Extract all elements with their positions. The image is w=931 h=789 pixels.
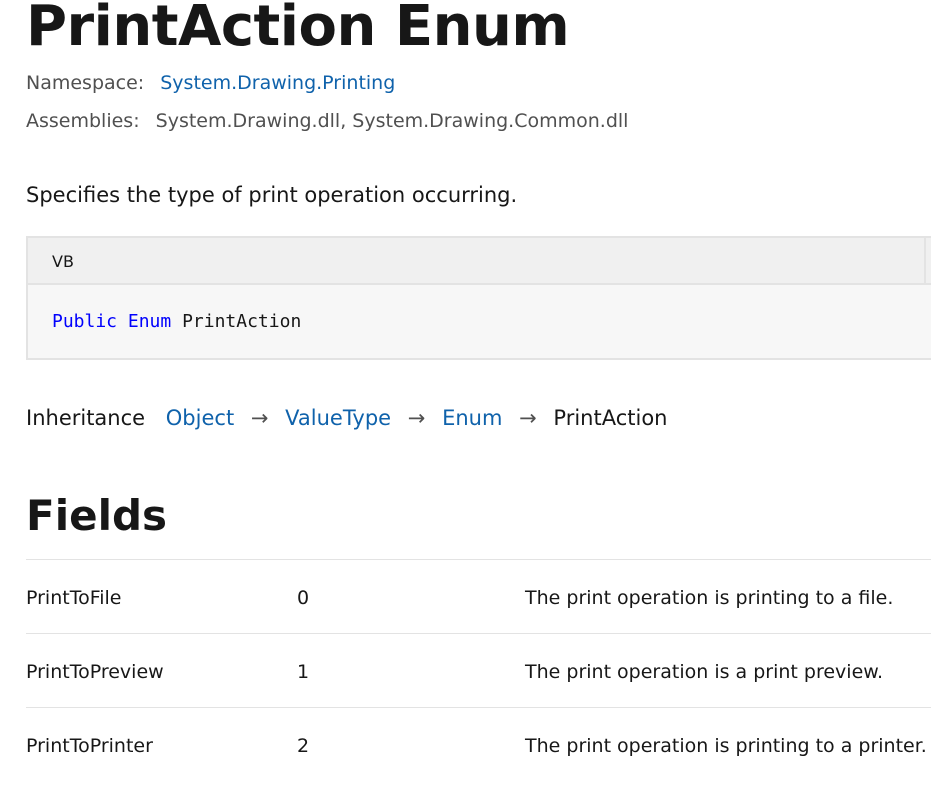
inheritance-label: Inheritance (26, 406, 146, 430)
inheritance-line: Inheritance Object → ValueType → Enum → … (26, 404, 667, 432)
assemblies-label: Assemblies: (26, 110, 140, 132)
code-identifier: PrintAction (182, 311, 302, 332)
field-value: 2 (297, 735, 310, 757)
field-value: 1 (297, 661, 310, 683)
namespace-link[interactable]: System.Drawing.Printing (160, 72, 395, 94)
field-name: PrintToFile (26, 587, 122, 609)
namespace-label: Namespace: (26, 72, 145, 94)
assemblies-line: Assemblies: System.Drawing.dll, System.D… (26, 109, 628, 133)
inheritance-arrow-icon: → (250, 406, 269, 430)
field-description: The print operation is a print preview. (525, 661, 884, 683)
inheritance-link-object[interactable]: Object (166, 406, 234, 430)
assemblies-value: System.Drawing.dll, System.Drawing.Commo… (155, 110, 629, 132)
page-title: PrintAction Enum (26, 0, 570, 59)
code-keyword-enum: Enum (127, 311, 172, 332)
table-row: PrintToPreview 1 The print operation is … (26, 633, 931, 708)
field-description: The print operation is printing to a fil… (525, 587, 894, 609)
field-name: PrintToPreview (26, 661, 164, 683)
code-header: VB (28, 238, 931, 285)
summary-text: Specifies the type of print operation oc… (26, 183, 518, 207)
field-description: The print operation is printing to a pri… (525, 735, 927, 757)
namespace-line: Namespace: System.Drawing.Printing (26, 71, 395, 95)
code-language-tab[interactable]: VB (52, 252, 74, 271)
field-name: PrintToPrinter (26, 735, 153, 757)
doc-page: PrintAction Enum Namespace: System.Drawi… (0, 0, 931, 789)
code-block: VB Public Enum PrintAction (26, 236, 931, 360)
inheritance-current: PrintAction (553, 406, 668, 430)
table-row: PrintToPrinter 2 The print operation is … (26, 707, 931, 782)
inheritance-link-valuetype[interactable]: ValueType (285, 406, 391, 430)
fields-heading: Fields (26, 491, 168, 540)
inheritance-link-enum[interactable]: Enum (442, 406, 502, 430)
field-value: 0 (297, 587, 310, 609)
inheritance-arrow-icon: → (519, 406, 537, 430)
table-row: PrintToFile 0 The print operation is pri… (26, 559, 931, 634)
code-keyword-public: Public (52, 311, 118, 332)
code-header-divider (924, 238, 926, 283)
code-declaration: Public Enum PrintAction (52, 311, 301, 332)
inheritance-arrow-icon: → (407, 406, 426, 430)
